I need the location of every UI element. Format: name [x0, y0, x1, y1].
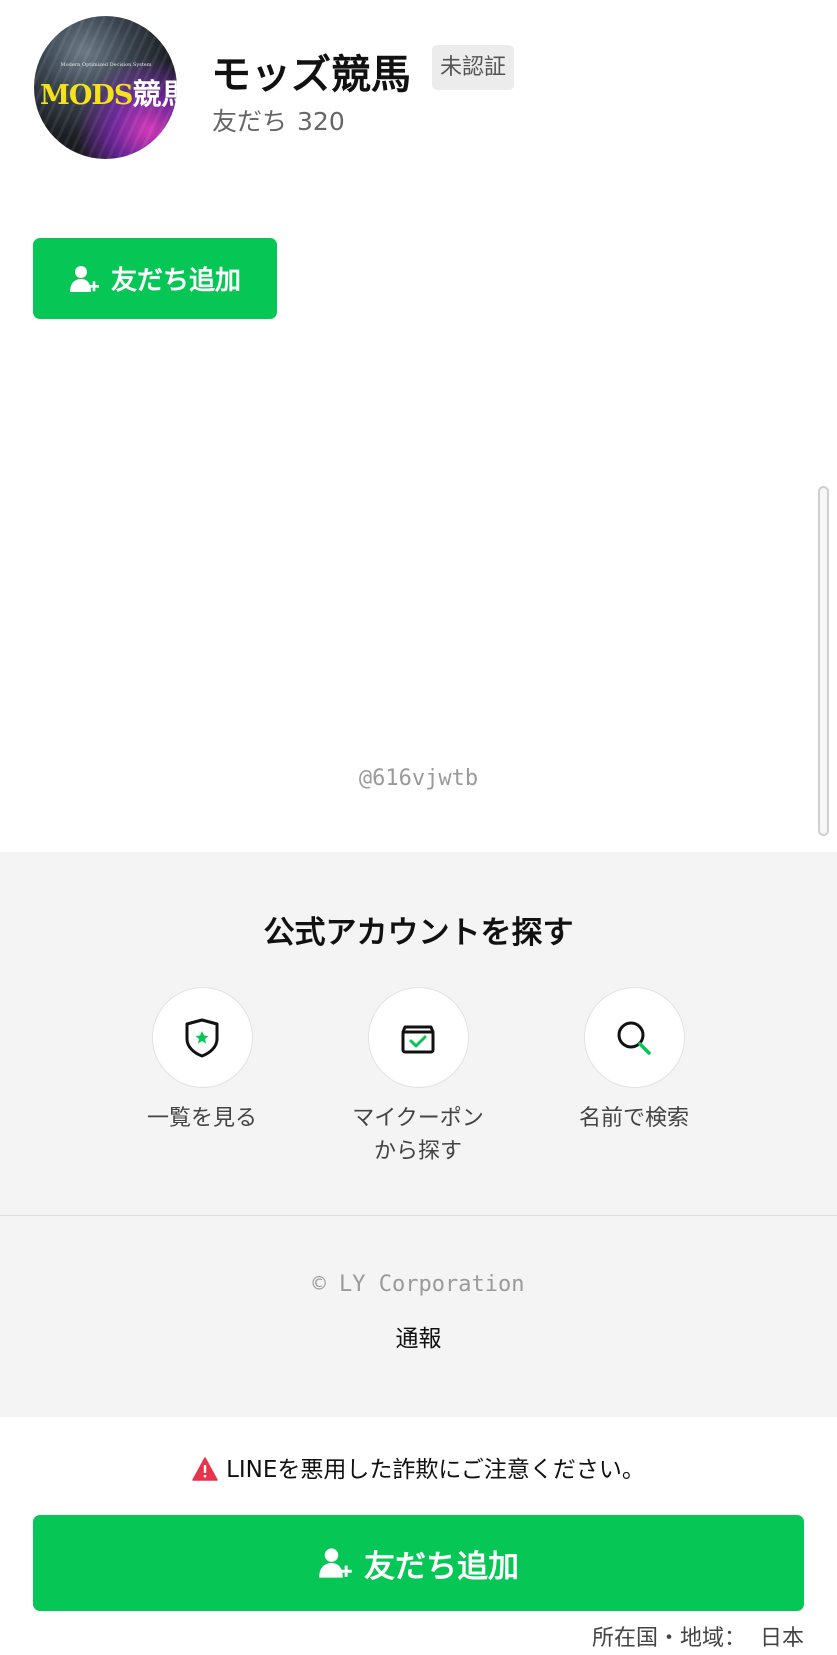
- add-friend-label: 友だち追加: [110, 266, 241, 296]
- region-value: 日本: [759, 1626, 804, 1651]
- fraud-warning: LINEを悪用した詐欺にご注意ください。: [0, 1450, 837, 1484]
- avatar-logo-latin: MODS: [40, 80, 133, 111]
- explore-icon-circle: [583, 987, 685, 1088]
- account-name: モッズ競馬: [211, 52, 411, 98]
- fraud-warning-text: LINEを悪用した詐欺にご注意ください。: [226, 1457, 645, 1483]
- friends-count: 320: [297, 107, 345, 136]
- explore-section: 公式アカウントを探す 一覧を見る マイクーポン から探す 名前で検索 © LY …: [0, 852, 837, 1417]
- explore-item-search[interactable]: 名前で検索: [534, 987, 734, 1135]
- explore-icon-circle: [367, 987, 469, 1088]
- warning-icon: [192, 1457, 218, 1481]
- explore-item-label: 一覧を見る: [146, 1106, 257, 1131]
- account-id: @616vjwtb: [358, 766, 479, 791]
- explore-item-coupon[interactable]: マイクーポン から探す: [318, 987, 518, 1168]
- add-friend-label: 友だち追加: [364, 1548, 519, 1585]
- avatar-logo: MODS競馬: [40, 71, 177, 113]
- search-icon: [617, 1021, 651, 1055]
- explore-icon-circle: [151, 987, 253, 1088]
- explore-item-label: マイクーポン から探す: [352, 1106, 484, 1164]
- person-plus-icon: [69, 265, 99, 292]
- report-link[interactable]: 通報: [0, 1319, 837, 1353]
- region-label: 所在国・地域：: [591, 1626, 746, 1651]
- coupon-box-icon: [401, 1025, 435, 1053]
- add-friend-button-top[interactable]: 友だち追加: [33, 238, 277, 319]
- divider: [0, 1215, 837, 1216]
- profile-header: Modern Optimized Decision System MODS競馬 …: [0, 0, 837, 200]
- friends-count-line: 友だち 320: [212, 102, 345, 138]
- unverified-badge: 未認証: [432, 45, 514, 90]
- explore-item-list[interactable]: 一覧を見る: [102, 987, 302, 1135]
- copyright: © LY Corporation: [312, 1272, 525, 1297]
- region-info: 所在国・地域： 日本: [592, 1620, 804, 1652]
- add-friend-button-bottom[interactable]: 友だち追加: [33, 1515, 804, 1611]
- explore-title: 公式アカウントを探す: [263, 915, 574, 951]
- person-plus-icon: [319, 1548, 352, 1578]
- avatar-logo-kanji: 競馬: [132, 77, 177, 111]
- explore-item-label: 名前で検索: [578, 1106, 689, 1131]
- avatar-logo-subtitle: Modern Optimized Decision System: [60, 62, 152, 68]
- shield-star-icon: [185, 1018, 219, 1057]
- avatar[interactable]: Modern Optimized Decision System MODS競馬: [34, 16, 177, 159]
- friends-label: 友だち: [212, 107, 288, 136]
